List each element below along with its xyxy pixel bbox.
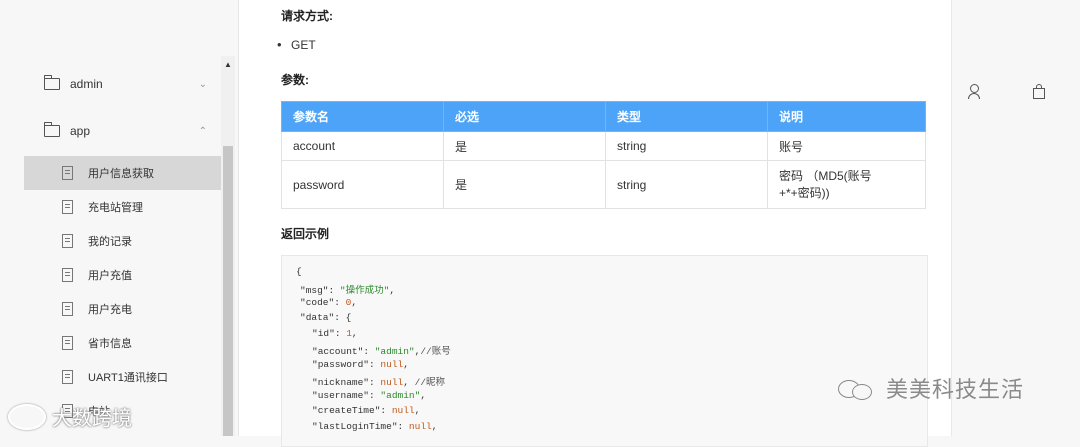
document-icon: [62, 166, 73, 180]
watermark-left: 大数跨境: [8, 402, 132, 431]
document-icon: [62, 370, 73, 384]
code-null: null: [380, 377, 404, 388]
folder-app[interactable]: app ⌃: [24, 109, 221, 153]
folder-icon: [43, 75, 60, 90]
response-example-heading: 返回示例: [281, 227, 330, 241]
sidebar-item-my-records[interactable]: 我的记录: [24, 224, 221, 258]
code-key: "id": [312, 328, 335, 339]
folder-icon: [43, 122, 60, 137]
document-icon: [62, 268, 73, 282]
table-cell: string: [605, 160, 768, 209]
table-cell: 账号: [767, 131, 926, 161]
table-header: 类型: [605, 101, 768, 132]
code-key: "account": [312, 346, 364, 357]
code-line: "createTime": null,: [312, 405, 421, 416]
watermark-logo-icon: [8, 403, 46, 430]
code-number: 1: [346, 328, 352, 339]
code-line: "data": {: [300, 312, 352, 323]
sidebar-item-label: 充电站管理: [88, 202, 143, 214]
code-line: {: [296, 266, 302, 277]
code-line: "password": null,: [312, 359, 409, 370]
code-key: "password": [312, 359, 370, 370]
sidebar-item-label: 用户充电: [88, 304, 132, 316]
code-line: "account": "admin",//账号: [312, 346, 451, 357]
sidebar-item-station-management[interactable]: 充电站管理: [24, 190, 221, 224]
watermark-text: 大数跨境: [52, 408, 132, 430]
chevron-down-icon[interactable]: ⌄: [199, 79, 207, 90]
sidebar: admin ⌄ app ⌃ 用户信息获取 充电站管理 我的记录 用户充值 用户充…: [0, 0, 239, 436]
sidebar-item-user-charging[interactable]: 用户充电: [24, 292, 221, 326]
user-body: [968, 93, 980, 99]
folder-label: admin: [70, 77, 103, 91]
sidebar-item-label: 用户充值: [88, 270, 132, 282]
code-key: "nickname": [312, 377, 370, 388]
code-line: "lastLoginTime": null,: [312, 421, 438, 432]
code-line: "msg": "操作成功",: [300, 285, 396, 296]
code-key: "msg": [300, 285, 329, 296]
sidebar-item-label: 省市信息: [88, 338, 132, 350]
document-icon: [62, 336, 73, 350]
code-key: "lastLoginTime": [312, 421, 398, 432]
folder-admin[interactable]: admin ⌄: [24, 62, 221, 106]
params-heading: 参数:: [281, 73, 309, 87]
table-header: 必选: [443, 101, 606, 132]
user-icon[interactable]: [968, 84, 980, 99]
folder-label: app: [70, 124, 91, 138]
code-number: 0: [345, 297, 352, 308]
table-header: 参数名: [281, 101, 444, 132]
code-line: "id": 1,: [312, 328, 358, 339]
code-null: null: [408, 421, 432, 432]
user-head: [970, 84, 979, 93]
shopping-bag-icon[interactable]: [1033, 84, 1045, 99]
table-header: 说明: [767, 101, 926, 132]
sidebar-item-label: 用户信息获取: [88, 168, 154, 180]
document-icon: [62, 234, 73, 248]
watermark-text: 美美科技生活: [886, 377, 1025, 402]
code-null: null: [380, 359, 404, 370]
code-key: "code": [300, 297, 335, 308]
code-block: { "msg": "操作成功", "code": 0, "data": { "i…: [281, 255, 928, 447]
request-method-value: GET: [277, 37, 315, 52]
sidebar-item-province-city[interactable]: 省市信息: [24, 326, 221, 360]
document-icon: [62, 200, 73, 214]
code-line: "username": "admin",: [312, 390, 427, 401]
cell-line: +*+密码)): [779, 185, 830, 200]
sidebar-scrollbar[interactable]: ▲: [221, 56, 235, 436]
wechat-logo-icon: [838, 376, 878, 400]
table-row: account 是 string 账号: [281, 131, 926, 161]
bag-shape: [1033, 84, 1045, 99]
code-comment: //账号: [420, 346, 451, 357]
sidebar-item-label: 我的记录: [88, 236, 132, 248]
scroll-thumb[interactable]: [223, 146, 233, 436]
sidebar-item-label: UART1通讯接口: [88, 372, 168, 384]
code-string: "操作成功": [339, 285, 390, 296]
sidebar-item-uart1[interactable]: UART1通讯接口: [24, 360, 221, 394]
document-icon: [62, 302, 73, 316]
watermark-right: 美美科技生活: [838, 372, 1024, 404]
code-key: "username": [312, 390, 370, 401]
code-string: "admin": [380, 390, 421, 401]
table-header-row: 参数名 必选 类型 说明: [281, 101, 926, 132]
table-cell: 是: [443, 131, 606, 161]
table-cell: password: [281, 160, 444, 209]
api-doc-content: 请求方式: GET 参数: 参数名 必选 类型 说明 account 是 str…: [239, 0, 952, 447]
table-cell: 是: [443, 160, 606, 209]
scroll-up-arrow-icon[interactable]: ▲: [224, 60, 232, 69]
code-null: null: [391, 405, 415, 416]
table-row: password 是 string 密码 （MD5(账号 +*+密码)): [281, 160, 926, 209]
code-comment: //昵称: [414, 377, 446, 388]
sidebar-item-user-topup[interactable]: 用户充值: [24, 258, 221, 292]
request-method-heading: 请求方式:: [281, 9, 333, 23]
code-key: "createTime": [312, 405, 381, 416]
chevron-up-icon[interactable]: ⌃: [199, 126, 207, 137]
table-cell: account: [281, 131, 444, 161]
table-cell: string: [605, 131, 768, 161]
params-table: 参数名 必选 类型 说明 account 是 string 账号 passwor…: [281, 101, 926, 209]
code-string: "admin": [374, 346, 415, 357]
sidebar-item-user-info[interactable]: 用户信息获取: [24, 156, 221, 190]
cell-line: 密码 （MD5(账号: [779, 168, 872, 183]
code-line: "code": 0,: [300, 297, 358, 308]
table-cell: 密码 （MD5(账号 +*+密码)): [767, 160, 926, 209]
code-line: "nickname": null, //昵称: [312, 377, 446, 388]
